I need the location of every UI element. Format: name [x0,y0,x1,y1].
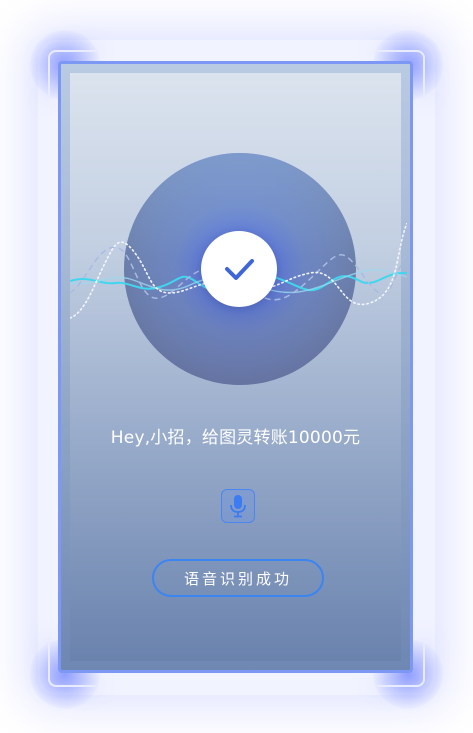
success-badge [201,231,277,307]
recognized-text: Hey,小招，给图灵转账10000元 [110,428,361,448]
microphone-button[interactable] [221,489,255,523]
microphone-icon [230,495,246,518]
status-badge: 语音识别成功 [152,559,324,597]
checkmark-icon [225,259,254,280]
voice-panel: Hey,小招，给图灵转账10000元 语音识别成功 [58,61,413,673]
voice-panel-inner: Hey,小招，给图灵转账10000元 语音识别成功 [70,73,407,661]
